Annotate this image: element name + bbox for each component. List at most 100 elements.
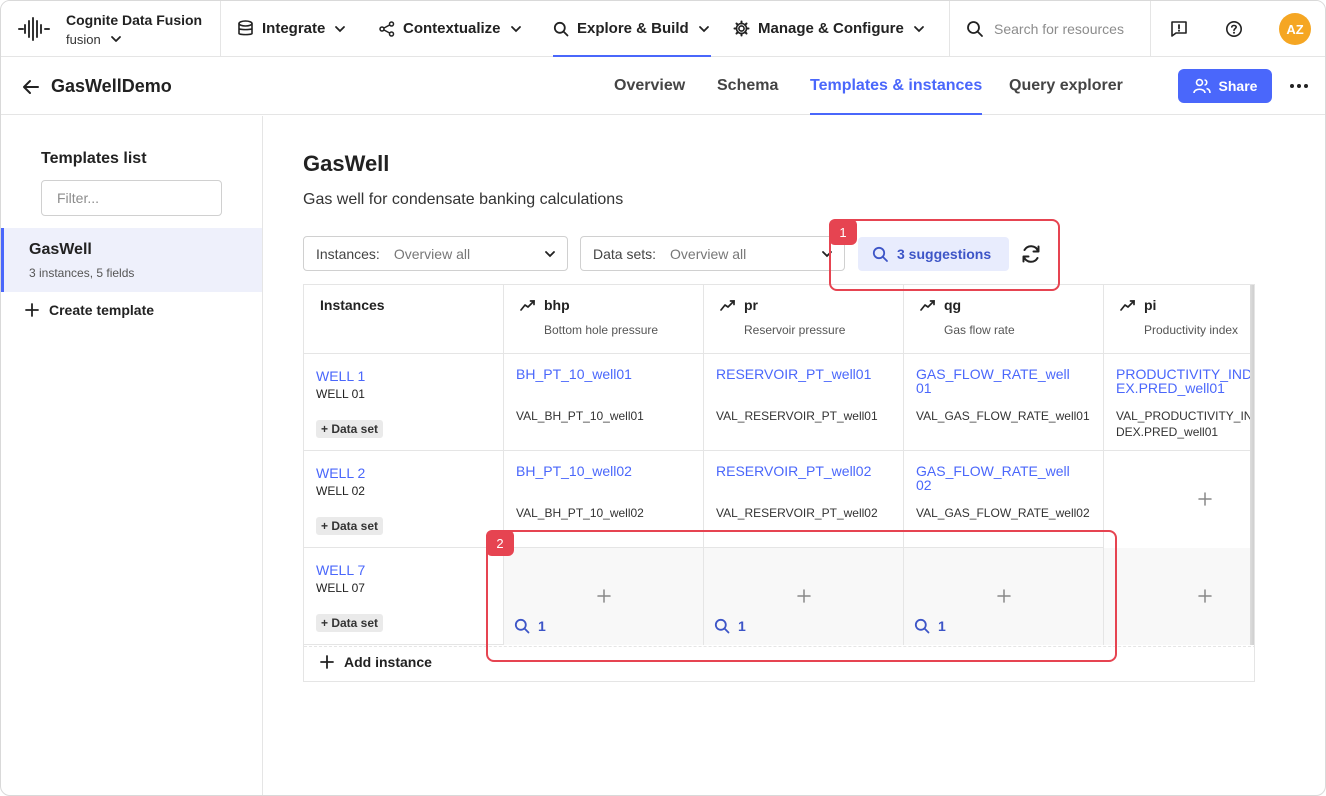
callout-badge: 1 — [829, 219, 857, 245]
field-name: pi — [1144, 297, 1157, 313]
datasets-filter-select[interactable]: Data sets: Overview all — [580, 236, 845, 271]
timeseries-value: VAL_RESERVOIR_PT_well01 — [716, 409, 878, 423]
instance-external-id: WELL 07 — [316, 581, 365, 595]
filter-input[interactable] — [41, 180, 222, 216]
search-input[interactable] — [994, 20, 1144, 37]
nav-label: Manage & Configure — [758, 20, 904, 37]
search-icon — [553, 21, 569, 36]
nav-label: Contextualize — [403, 20, 501, 37]
template-item-gaswell[interactable]: GasWell 3 instances, 5 fields — [1, 228, 262, 292]
field-name: qg — [944, 297, 962, 313]
brand[interactable]: Cognite Data Fusion fusion — [1, 1, 221, 56]
field-description: Reservoir pressure — [744, 323, 846, 337]
instance-external-id: WELL 02 — [316, 484, 365, 498]
tab-templates-instances[interactable]: Templates & instances — [810, 57, 983, 115]
page-title: GasWellDemo — [51, 76, 172, 96]
callout-badge: 2 — [486, 530, 514, 556]
more-horizontal-icon — [1290, 84, 1308, 88]
instance-name-link[interactable]: WELL 2 — [316, 465, 365, 481]
tab-schema[interactable]: Schema — [717, 57, 778, 115]
plus-icon — [25, 303, 39, 317]
cognite-logo-icon — [18, 17, 50, 41]
field-cell[interactable]: RESERVOIR_PT_well01 VAL_RESERVOIR_PT_wel… — [704, 354, 904, 451]
column-header-pr: pr Reservoir pressure — [704, 285, 904, 354]
chevron-down-icon — [510, 25, 521, 32]
chevron-down-icon — [545, 251, 555, 258]
nav-explore-build[interactable]: Explore & Build — [553, 1, 711, 57]
create-template-button[interactable]: Create template — [25, 300, 154, 320]
add-dataset-button[interactable]: + Data set — [316, 420, 384, 438]
timeseries-icon — [520, 300, 535, 311]
share-label: Share — [1218, 78, 1258, 94]
nav-contextualize[interactable]: Contextualize — [379, 1, 523, 56]
instance-external-id: WELL 01 — [316, 387, 365, 401]
timeseries-link[interactable]: BH_PT_10_well01 — [516, 367, 701, 381]
add-dataset-button[interactable]: + Data set — [316, 517, 384, 535]
timeseries-link[interactable]: GAS_FLOW_RATE_well02 — [916, 464, 1076, 492]
chevron-down-icon — [698, 25, 709, 32]
field-cell[interactable]: GAS_FLOW_RATE_well01 VAL_GAS_FLOW_RATE_w… — [904, 354, 1104, 451]
nav-label: Integrate — [262, 20, 326, 37]
add-instance-button[interactable]: Add instance — [320, 654, 432, 670]
plus-icon — [1198, 492, 1212, 506]
instance-name-link[interactable]: WELL 1 — [316, 368, 365, 384]
field-cell[interactable]: BH_PT_10_well01 VAL_BH_PT_10_well01 — [504, 354, 704, 451]
table-row: WELL 1 WELL 01 + Data set BH_PT_10_well0… — [304, 354, 1254, 451]
empty-field-cell[interactable] — [1104, 451, 1254, 548]
field-cell[interactable]: PRODUCTIVITY_INDEX.PRED_well01 VAL_PRODU… — [1104, 354, 1254, 451]
column-header-instances: Instances — [304, 285, 504, 354]
instance-name-link[interactable]: WELL 7 — [316, 562, 365, 578]
timeseries-value: VAL_PRODUCTIVITY_INDEX.PRED_well01 — [1116, 409, 1253, 439]
timeseries-link[interactable]: BH_PT_10_well02 — [516, 464, 701, 478]
timeseries-link[interactable]: GAS_FLOW_RATE_well01 — [916, 367, 1076, 395]
sidebar-title: Templates list — [41, 150, 147, 167]
column-header-bhp: bhp Bottom hole pressure — [504, 285, 704, 354]
timeseries-link[interactable]: RESERVOIR_PT_well02 — [716, 464, 901, 478]
search-icon — [967, 20, 983, 37]
plus-icon — [1198, 589, 1212, 603]
top-navigation: Cognite Data Fusion fusion Integrate Con… — [1, 1, 1325, 57]
help-icon — [1226, 20, 1242, 37]
global-search[interactable] — [949, 1, 1149, 56]
page-header: GasWellDemo Overview Schema Templates & … — [1, 57, 1325, 115]
template-description: Gas well for condensate banking calculat… — [303, 191, 624, 208]
add-instance-label: Add instance — [344, 654, 432, 670]
timeseries-value: VAL_BH_PT_10_well02 — [516, 506, 644, 520]
timeseries-icon — [920, 300, 935, 311]
empty-field-cell[interactable] — [1104, 548, 1254, 645]
project-name[interactable]: fusion — [66, 32, 101, 47]
plus-icon — [320, 655, 334, 669]
nav-integrate[interactable]: Integrate — [237, 1, 347, 56]
tab-query-explorer[interactable]: Query explorer — [1009, 57, 1123, 115]
instance-cell: WELL 2 WELL 02 + Data set — [304, 451, 504, 548]
add-dataset-button[interactable]: + Data set — [316, 614, 384, 632]
feedback-button[interactable] — [1150, 1, 1206, 56]
app-window: Cognite Data Fusion fusion Integrate Con… — [0, 0, 1326, 796]
template-meta: 3 instances, 5 fields — [29, 266, 135, 280]
tab-overview[interactable]: Overview — [614, 57, 685, 115]
chevron-down-icon — [111, 36, 121, 42]
share-button[interactable]: Share — [1178, 69, 1272, 103]
timeseries-value: VAL_GAS_FLOW_RATE_well01 — [916, 409, 1090, 423]
help-button[interactable] — [1206, 1, 1262, 56]
timeseries-value: VAL_BH_PT_10_well01 — [516, 409, 644, 423]
field-description: Gas flow rate — [944, 323, 1015, 337]
gear-icon — [733, 20, 750, 37]
timeseries-link[interactable]: PRODUCTIVITY_INDEX.PRED_well01 — [1116, 367, 1254, 395]
arrow-left-icon[interactable] — [21, 77, 41, 97]
select-value: Overview all — [670, 245, 747, 262]
column-header-qg: qg Gas flow rate — [904, 285, 1104, 354]
instances-filter-select[interactable]: Instances: Overview all — [303, 236, 568, 271]
timeseries-link[interactable]: RESERVOIR_PT_well01 — [716, 367, 901, 381]
feedback-icon — [1170, 20, 1187, 37]
templates-sidebar: Templates list GasWell 3 instances, 5 fi… — [1, 116, 263, 795]
instance-cell: WELL 1 WELL 01 + Data set — [304, 354, 504, 451]
select-label: Instances: — [316, 245, 380, 262]
column-title: Instances — [320, 297, 385, 313]
user-avatar[interactable]: AZ — [1279, 13, 1311, 45]
callout-box-suggestions — [829, 219, 1060, 291]
more-menu-button[interactable] — [1287, 75, 1311, 97]
field-description: Bottom hole pressure — [544, 323, 659, 337]
instance-cell: WELL 7 WELL 07 + Data set — [304, 548, 504, 645]
nav-manage-configure[interactable]: Manage & Configure — [733, 1, 926, 56]
